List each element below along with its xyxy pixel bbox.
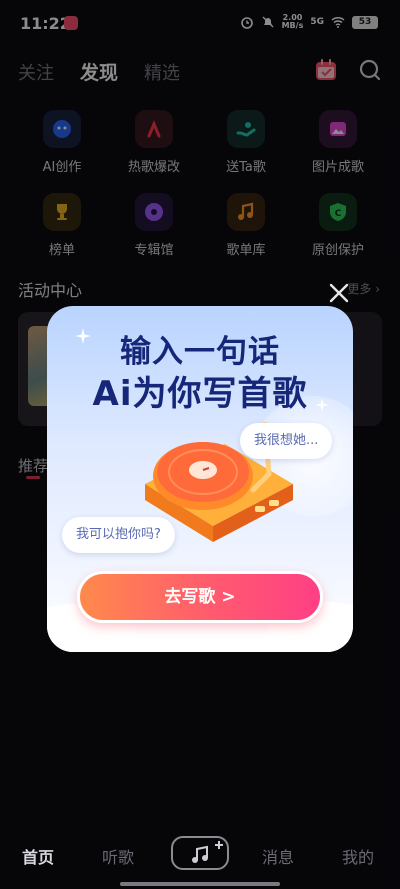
home-indicator: [120, 882, 280, 886]
promo-popup: 输入一句话 Ai为你写首歌 我很想她... 我可以抱你吗? 去写歌 >: [47, 306, 353, 652]
tab-message[interactable]: 消息: [262, 844, 294, 868]
speech-bubble-1: 我很想她...: [240, 423, 333, 459]
close-icon[interactable]: [328, 282, 350, 304]
bottom-tab-bar: 首页 听歌 消息 我的: [0, 828, 400, 878]
popup-headline-2: Ai为你写首歌: [92, 374, 308, 414]
tab-mine[interactable]: 我的: [342, 844, 374, 868]
tab-home[interactable]: 首页: [22, 844, 54, 868]
popup-headline-1: 输入一句话: [120, 334, 280, 370]
write-song-button[interactable]: 去写歌 >: [77, 571, 323, 623]
music-note-icon: [192, 841, 223, 863]
speech-bubble-2: 我可以抱你吗?: [62, 517, 175, 553]
tab-listen[interactable]: 听歌: [102, 844, 134, 868]
create-music-button[interactable]: [171, 836, 229, 870]
